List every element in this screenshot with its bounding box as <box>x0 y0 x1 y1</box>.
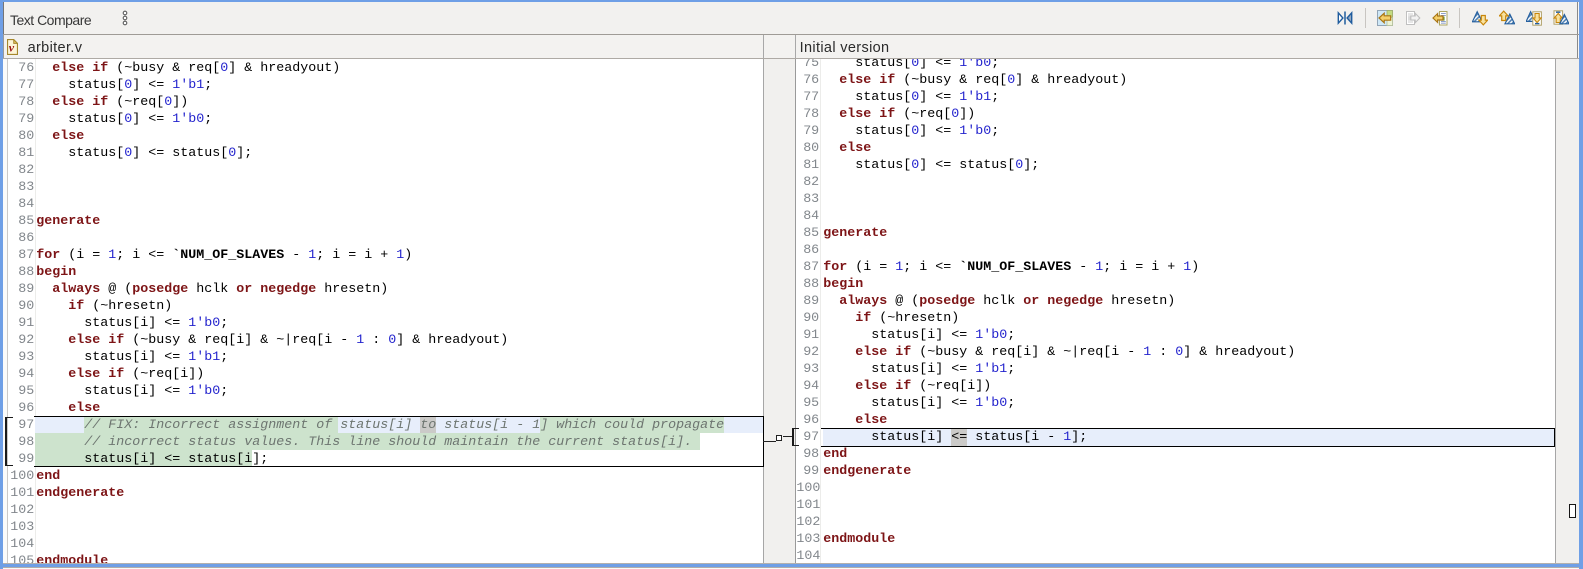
svg-text:v: v <box>9 40 15 54</box>
